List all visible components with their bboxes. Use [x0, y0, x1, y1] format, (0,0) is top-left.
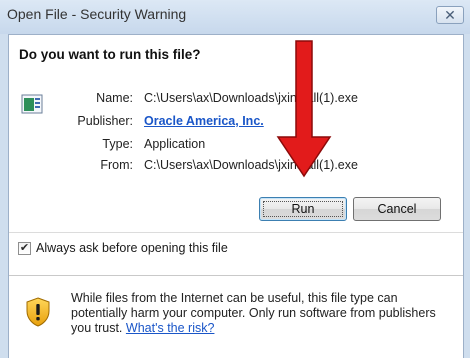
cancel-button[interactable]: Cancel: [353, 197, 441, 221]
file-type-value: Application: [144, 137, 206, 151]
field-label: From:: [100, 158, 133, 172]
field-label: Publisher:: [77, 114, 133, 128]
file-from-value: C:\Users\ax\Downloads\jxinstall(1).exe: [144, 158, 358, 172]
field-label: Name:: [96, 91, 133, 105]
divider: [9, 275, 463, 276]
dialog-heading: Do you want to run this file?: [19, 47, 201, 62]
shield-warning-icon: [26, 297, 50, 327]
always-ask-label[interactable]: Always ask before opening this file: [36, 241, 228, 255]
close-icon: ✕: [444, 6, 456, 23]
publisher-link[interactable]: Oracle America, Inc.: [144, 114, 264, 128]
title-bar[interactable]: Open File - Security Warning ✕: [0, 0, 470, 34]
run-button-label: Run: [291, 202, 315, 216]
close-button[interactable]: ✕: [436, 6, 464, 24]
warning-message: While files from the Internet can be use…: [71, 291, 441, 336]
dialog-body: Do you want to run this file? Name: C:\U…: [8, 34, 464, 358]
always-ask-checkbox[interactable]: ✔: [18, 242, 31, 255]
file-name-value: C:\Users\ax\Downloads\jxinstall(1).exe: [144, 91, 358, 105]
security-warning-window: Open File - Security Warning ✕ Do you wa…: [0, 0, 470, 358]
run-button[interactable]: Run: [259, 197, 347, 221]
divider: [9, 232, 463, 233]
field-label: Type:: [102, 137, 133, 151]
whats-the-risk-link[interactable]: What's the risk?: [126, 321, 215, 335]
cancel-button-label: Cancel: [377, 202, 417, 216]
window-title: Open File - Security Warning: [7, 6, 187, 22]
